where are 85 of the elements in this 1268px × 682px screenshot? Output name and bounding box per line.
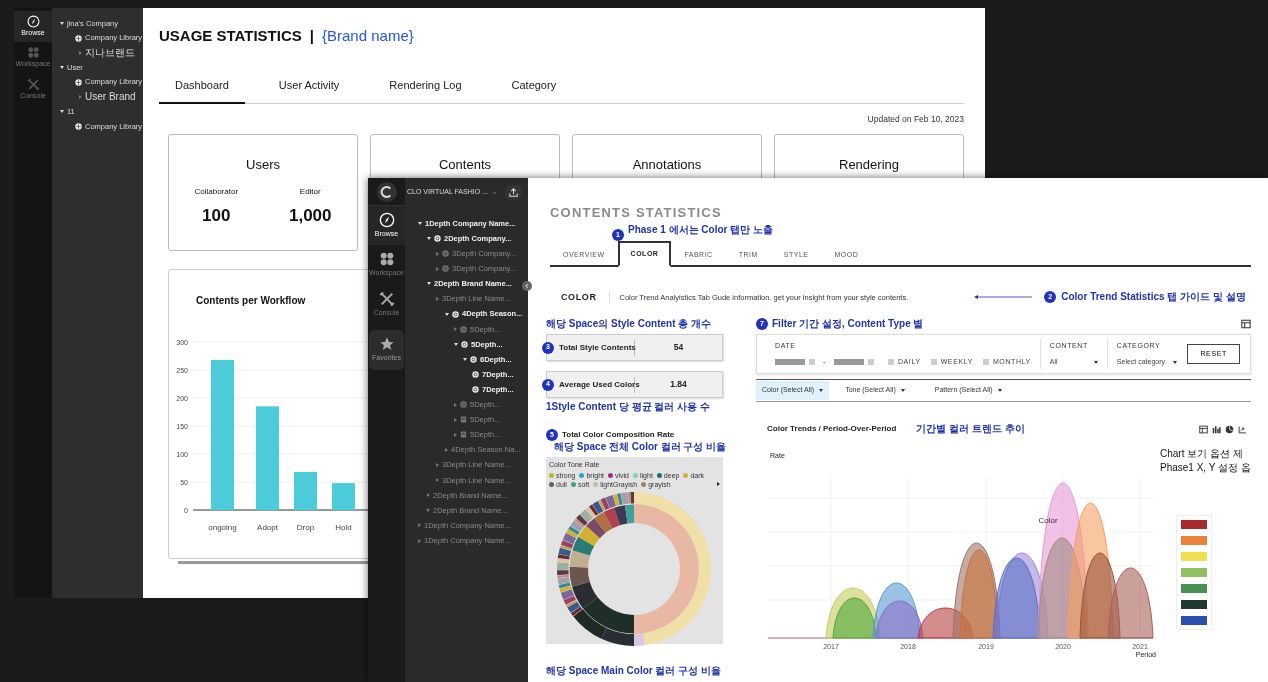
caret-icon xyxy=(1093,360,1098,364)
tools-icon xyxy=(378,290,395,307)
pie-chart-icon[interactable] xyxy=(1224,424,1234,434)
compass-icon xyxy=(378,212,395,228)
annotation-text: 해당 Space의 Style Content 총 개수 xyxy=(546,318,713,330)
circle-icon xyxy=(472,371,479,378)
date-field[interactable] xyxy=(833,359,864,366)
export-icon[interactable] xyxy=(1237,424,1247,434)
card-title: Annotations xyxy=(631,155,703,174)
annotation-text: Color Trend Statistics 탭 가이드 및 설명 xyxy=(1061,291,1246,304)
document-icon xyxy=(460,431,467,439)
category-label: Adopt xyxy=(257,522,278,532)
collapse-handle[interactable] xyxy=(522,281,532,291)
date-field[interactable] xyxy=(775,359,805,366)
checkbox[interactable] xyxy=(930,359,937,366)
globe-icon xyxy=(75,78,82,86)
note-text: Phase1 X, Y 설정 옵 xyxy=(1160,461,1251,475)
category-label: Hold xyxy=(335,522,352,532)
card-title: Rendering xyxy=(838,155,900,174)
circle-icon xyxy=(460,325,467,333)
stat-label: Editor xyxy=(298,186,322,199)
page-title: CONTENTS STATISTICS xyxy=(550,205,723,221)
circle-icon xyxy=(452,310,459,318)
bar xyxy=(332,482,355,510)
circle-icon xyxy=(442,250,449,258)
series-label: Color xyxy=(1038,515,1058,525)
section-title: Total Color Composition Rate xyxy=(562,429,675,441)
category-label: ongoing xyxy=(208,522,237,532)
caret-icon xyxy=(997,389,1002,392)
checkbox[interactable] xyxy=(982,359,989,366)
leader-line xyxy=(974,295,1033,300)
document-icon xyxy=(460,416,467,424)
circle-icon xyxy=(472,386,479,394)
upload-button[interactable] xyxy=(505,184,522,200)
caret-icon xyxy=(819,389,824,392)
tab[interactable]: Rendering Log xyxy=(373,67,478,104)
caret-icon xyxy=(900,389,905,392)
grid-icon xyxy=(378,251,395,268)
checkbox[interactable] xyxy=(887,359,894,366)
stat-value: 1,000 xyxy=(289,205,332,228)
bar xyxy=(294,471,317,510)
updated-text: Updated on Feb 10, 2023 xyxy=(866,113,964,126)
globe-icon xyxy=(75,122,82,130)
caret-icon xyxy=(1173,360,1178,364)
collapse-icon xyxy=(524,283,530,289)
annotation-text: 기간별 컬러 트렌드 추이 xyxy=(916,423,1025,435)
page-title: USAGE STATISTICS xyxy=(159,26,302,46)
category-label: Drop xyxy=(296,522,315,532)
card-title: Users xyxy=(245,155,281,174)
trend-area xyxy=(832,597,877,638)
circle-icon xyxy=(461,340,468,348)
grid-icon xyxy=(26,46,40,60)
annotation-text: 해당 Space Main Color 컬러 구성 비율 xyxy=(546,665,723,677)
note-text: Chart 보기 옵션 제 xyxy=(1160,447,1244,461)
logo-icon xyxy=(376,181,397,202)
tab[interactable]: User Activity xyxy=(262,67,356,104)
tree-item[interactable]: User Brand xyxy=(52,89,136,105)
compass-icon xyxy=(26,15,40,28)
annotation-text: Phase 1 에서는 Color 탭만 노출 xyxy=(628,224,774,236)
tab[interactable]: Category xyxy=(495,67,573,104)
next-icon[interactable] xyxy=(717,482,720,486)
tools-icon xyxy=(26,77,40,91)
chart-title: Contents per Workflow xyxy=(195,293,306,308)
title-separator: | xyxy=(309,26,314,46)
circle-icon xyxy=(434,235,441,243)
section-title: COLOR xyxy=(561,290,610,304)
circle-icon xyxy=(470,355,477,363)
annotation-text: Filter 기간 설정, Content Type 별 xyxy=(772,318,924,330)
circle-icon xyxy=(442,265,449,273)
annotation-text: 1Style Content 당 평균 컬러 사용 수 xyxy=(546,401,711,413)
tree-item[interactable]: 지나브랜드 xyxy=(52,45,135,61)
circle-icon xyxy=(460,401,467,409)
globe-icon xyxy=(75,34,82,42)
bar-chart-icon[interactable] xyxy=(1211,424,1221,434)
table-icon xyxy=(1240,319,1251,329)
upload-icon xyxy=(508,186,519,198)
scrollbar[interactable] xyxy=(178,560,368,564)
tab[interactable]: Dashboard xyxy=(159,67,245,104)
card-title: Contents xyxy=(437,155,492,174)
brand-name: {Brand name} xyxy=(322,26,414,46)
kpi-value: 54 xyxy=(672,341,685,354)
table-icon[interactable] xyxy=(1198,424,1208,434)
chart-title: Color Trends / Period-Over-Period xyxy=(767,423,897,435)
stat-value: 100 xyxy=(201,205,232,228)
stat-label: Collaborator xyxy=(194,186,239,199)
